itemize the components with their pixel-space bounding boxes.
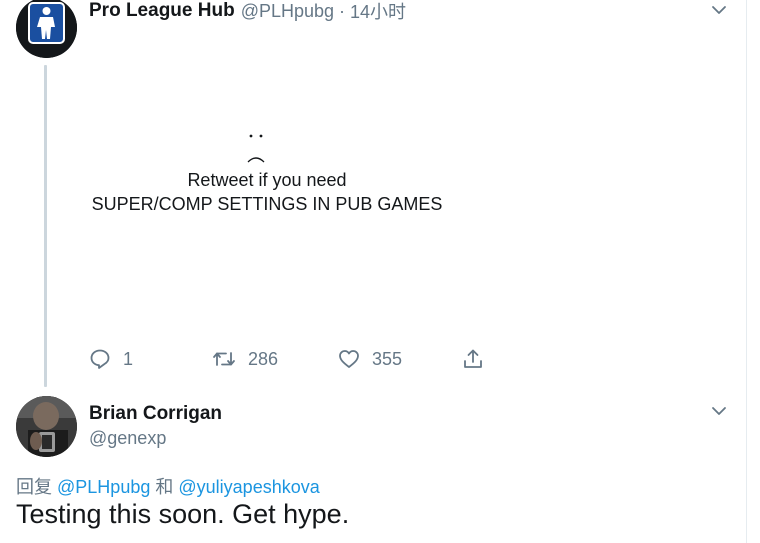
- mention-link[interactable]: @PLHpubg: [57, 477, 150, 497]
- author-name[interactable]: Pro League Hub: [89, 0, 235, 22]
- tweet-text: Testing this soon. Get hype.: [16, 499, 350, 529]
- tweet-text-line: Retweet if you need: [187, 170, 347, 190]
- comment-icon: [90, 349, 110, 369]
- separator-dot: ·: [339, 0, 346, 21]
- tweet-emote: [246, 130, 268, 164]
- like-button[interactable]: 355: [338, 346, 402, 372]
- reply-prefix: 回复: [16, 477, 52, 497]
- retweet-icon: [213, 352, 235, 366]
- avatar[interactable]: [16, 396, 77, 457]
- chevron-down-icon[interactable]: [711, 5, 727, 15]
- thread-connector: [44, 65, 47, 387]
- retweet-count: 286: [248, 348, 279, 369]
- reply-conjunction: 和: [155, 477, 174, 497]
- retweet-button[interactable]: 286: [212, 346, 278, 372]
- tweet-timestamp[interactable]: 14小时: [350, 0, 406, 24]
- author-handle[interactable]: @genexp: [89, 428, 166, 449]
- avatar[interactable]: [16, 0, 77, 58]
- chevron-down-icon[interactable]: [711, 406, 727, 416]
- heart-icon: [339, 350, 359, 368]
- like-count: 355: [372, 348, 403, 369]
- reply-button[interactable]: 1: [89, 346, 133, 372]
- replying-to: 回复 @PLHpubg 和 @yuliyapeshkova: [16, 473, 320, 499]
- mention-link[interactable]: @yuliyapeshkova: [178, 477, 319, 497]
- tweet-header: Pro League Hub @PLHpubg · 14小时: [89, 0, 406, 22]
- share-button[interactable]: [462, 346, 484, 372]
- author-name[interactable]: Brian Corrigan: [89, 403, 222, 425]
- share-icon: [464, 349, 482, 368]
- author-handle[interactable]: @PLHpubg: [241, 1, 334, 22]
- timeline-border: [746, 0, 747, 543]
- tweet-text-line: SUPER/COMP SETTINGS IN PUB GAMES: [91, 194, 443, 214]
- reply-count: 1: [123, 348, 134, 369]
